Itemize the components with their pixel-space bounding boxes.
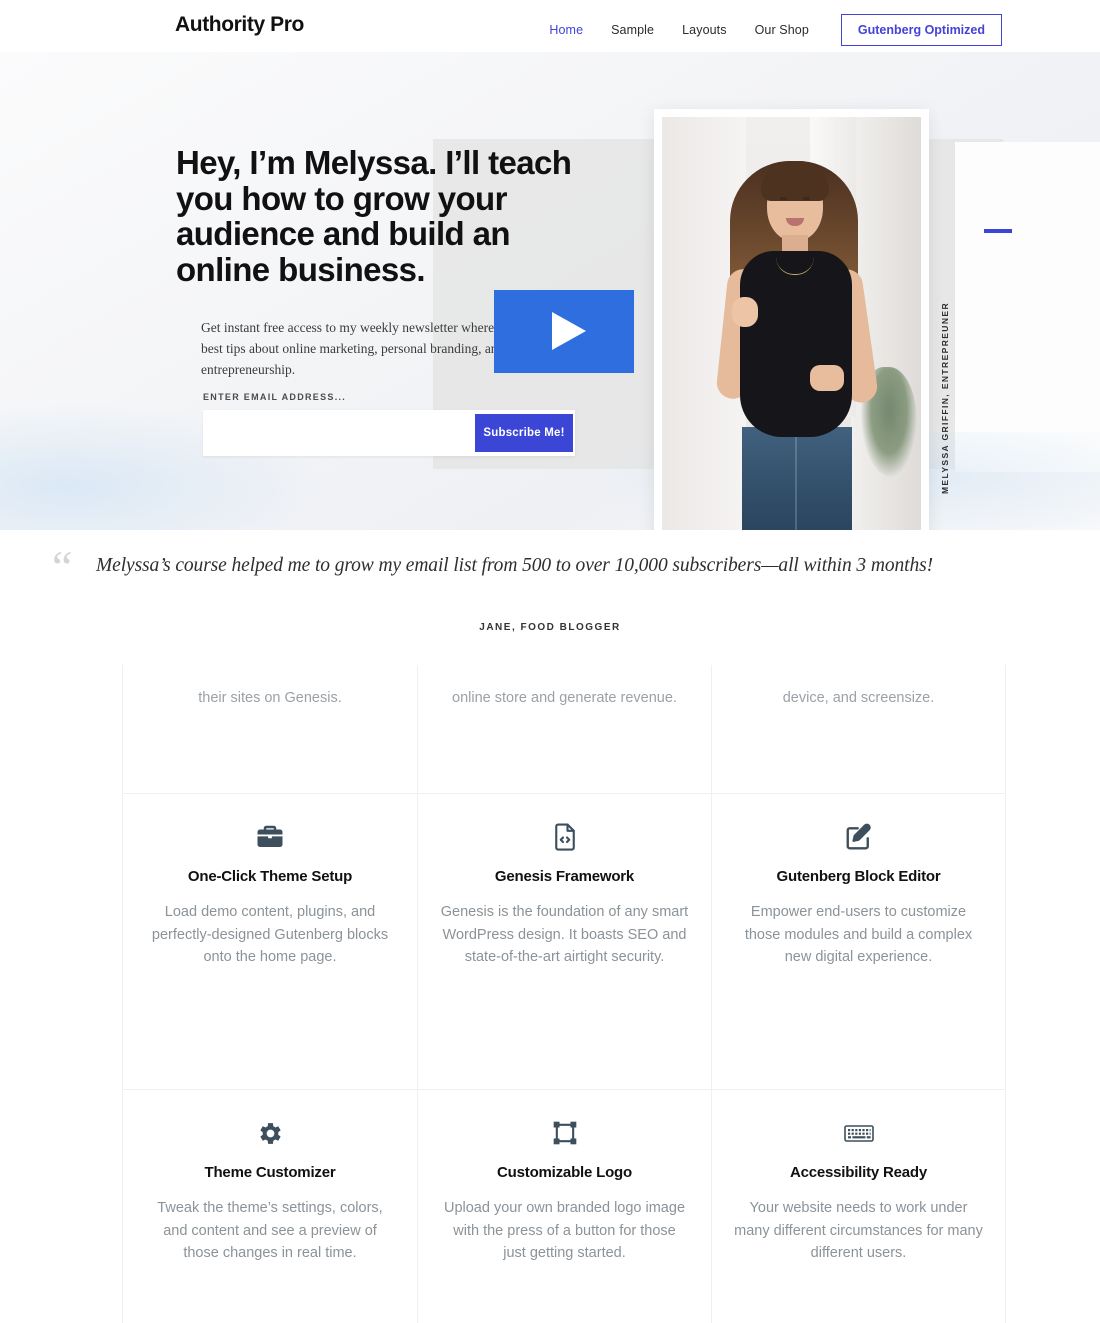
feature-cell-theme-customizer: Theme Customizer Tweak the theme’s setti… [123,1090,417,1323]
video-play-button[interactable] [494,290,634,373]
features-grid: their sites on Genesis. online store and… [122,665,1006,1323]
hero-white-panel [955,142,1100,472]
nav-cta-gutenberg-optimized[interactable]: Gutenberg Optimized [840,14,1002,46]
feature-cell-customizable-logo: Customizable Logo Upload your own brande… [417,1090,711,1323]
hero-portrait-photo [662,117,921,530]
features-row-2: Theme Customizer Tweak the theme’s setti… [123,1089,1005,1323]
crop-frame-icon [440,1116,689,1150]
feature-description: Tweak the theme’s settings, colors, and … [157,1200,383,1261]
feature-description: device, and screensize. [782,690,935,706]
newsletter-form: Subscribe Me! [203,410,575,456]
gear-icon [145,1116,395,1150]
site-header: Authority Pro Home Sample Layouts Our Sh… [0,0,1100,52]
feature-description: Genesis is the foundation of any smart W… [440,904,689,965]
feature-cell: their sites on Genesis. [123,665,417,793]
email-input[interactable] [203,410,475,456]
primary-nav: Home Sample Layouts Our Shop Gutenberg O… [535,14,1002,46]
play-triangle-icon [552,312,586,350]
feature-title: Theme Customizer [204,1164,336,1181]
hero-headline: Hey, I’m Melyssa. I’ll teach you how to … [176,144,572,288]
feature-description: Your website needs to work under many di… [734,1200,983,1261]
hero-slider-indicator[interactable] [984,229,1012,233]
code-file-icon [440,820,689,854]
features-row-partial: their sites on Genesis. online store and… [123,665,1005,793]
testimonial-quote: Melyssa’s course helped me to grow my em… [96,555,933,576]
site-logo[interactable]: Authority Pro [175,13,304,37]
page-root: Authority Pro Home Sample Layouts Our Sh… [0,0,1100,1323]
quote-mark-icon: “ [52,541,73,592]
briefcase-icon [145,820,395,854]
features-row-1: One-Click Theme Setup Load demo content,… [123,793,1005,1089]
feature-cell-gutenberg-block-editor: Gutenberg Block Editor Empower end-users… [711,794,1005,1089]
feature-description: online store and generate revenue. [452,690,677,706]
edit-square-icon [734,820,983,854]
subscribe-button[interactable]: Subscribe Me! [475,414,573,452]
feature-description: Empower end-users to customize those mod… [744,904,973,965]
feature-title: Genesis Framework [494,868,635,885]
feature-title: One-Click Theme Setup [187,868,353,885]
portrait-caption: MELYSSA GRIFFIN, ENTREPREUNER [940,302,950,495]
hero-portrait-frame [654,109,929,530]
feature-title: Gutenberg Block Editor [776,868,941,885]
feature-title: Customizable Logo [497,1164,632,1181]
nav-link-home[interactable]: Home [535,17,597,43]
feature-cell-one-click-theme-setup: One-Click Theme Setup Load demo content,… [123,794,417,1089]
feature-description: Load demo content, plugins, and perfectl… [151,904,389,965]
nav-link-layouts[interactable]: Layouts [668,17,740,43]
feature-cell: online store and generate revenue. [417,665,711,793]
hero-section: Hey, I’m Melyssa. I’ll teach you how to … [0,52,1100,530]
feature-cell-genesis-framework: Genesis Framework Genesis is the foundat… [417,794,711,1089]
nav-link-sample[interactable]: Sample [597,17,668,43]
keyboard-icon [734,1116,983,1150]
feature-description: Upload your own branded logo image with … [443,1200,686,1261]
feature-description: their sites on Genesis. [198,690,342,706]
email-field-label: ENTER EMAIL ADDRESS... [203,392,347,402]
feature-cell-accessibility-ready: Accessibility Ready Your website needs t… [711,1090,1005,1323]
feature-cell: device, and screensize. [711,665,1005,793]
testimonial-section: “ Melyssa’s course helped me to grow my … [0,530,1100,665]
feature-title: Accessibility Ready [789,1164,928,1181]
nav-link-our-shop[interactable]: Our Shop [741,17,823,43]
testimonial-cite: JANE, FOOD BLOGGER [479,622,621,633]
